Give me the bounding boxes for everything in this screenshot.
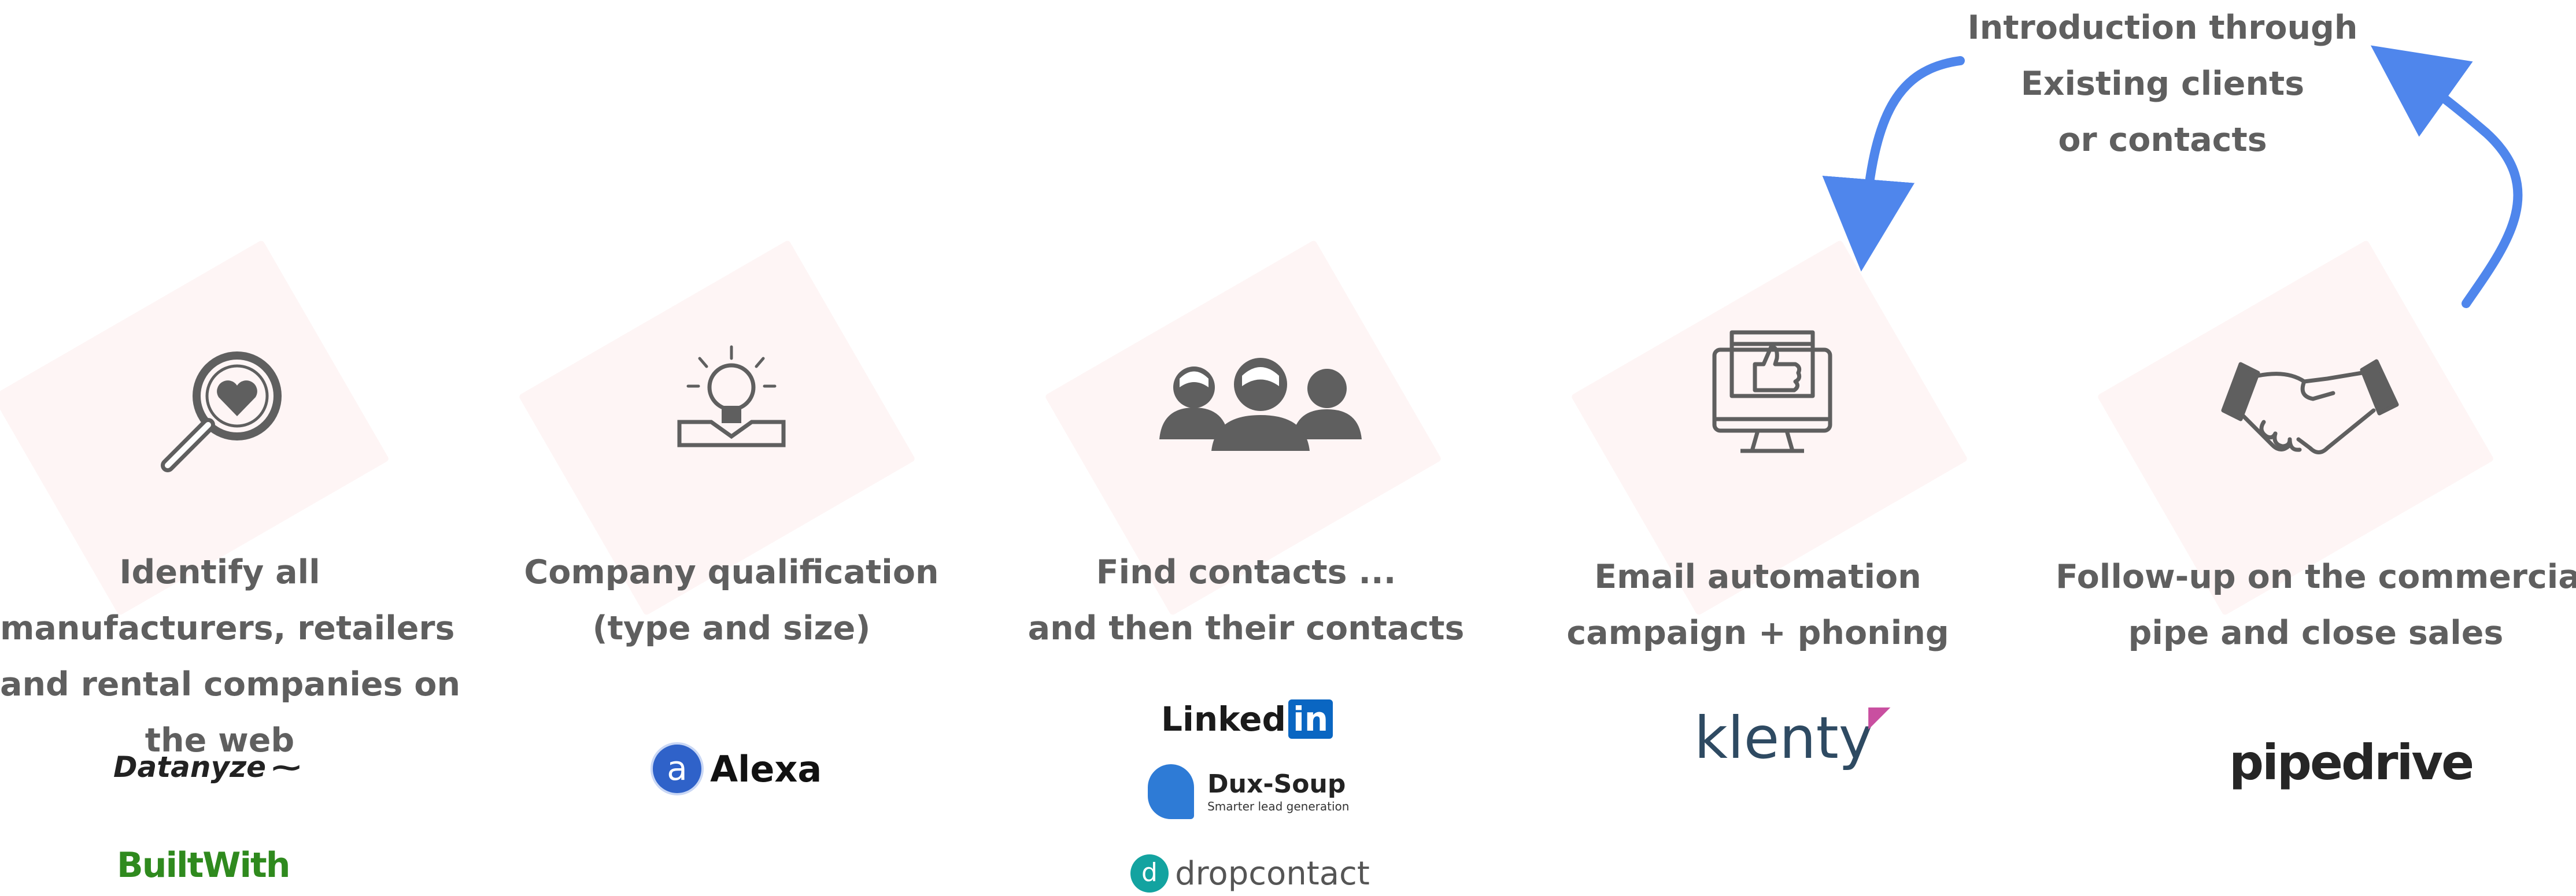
arrow-from-followup-icon [2370,45,2523,308]
arrow-to-email-icon [1822,56,1965,272]
step-caption-followup: Follow-up on the commercial pipe and clo… [2056,558,2576,652]
klenty-logo: klenty◤ [1694,699,1891,772]
trend-icon: ⁓ [272,750,296,784]
duxsoup-logo: Dux-Soup Smarter lead generation [1148,764,1349,819]
alexa-logo: a Alexa [651,742,822,795]
pipedrive-logo: pipedrive [2229,734,2474,791]
klenty-icon: ◤ [1868,699,1891,733]
dropcontact-logo: d dropcontact [1130,854,1370,893]
monitor-thumbs-up-icon [1712,330,1832,453]
linkedin-logo: Linked in [1161,699,1333,739]
lightbulb-icon [677,345,786,447]
datanyze-logo: Datanyze ⁓ [113,750,296,784]
people-group-icon [1159,358,1362,451]
step-caption-email: Email automation campaign + phoning [1566,558,1949,652]
step-caption-contacts: Find contacts ... and then their contact… [1028,553,1465,647]
builtwith-logo: BuiltWith [117,845,290,886]
handshake-icon [2221,359,2399,454]
step-caption-identify: Identify all manufacturers, retailers an… [0,553,461,760]
dropcontact-icon: d [1130,854,1169,893]
step-caption-qualification: Company qualification (type and size) [524,553,939,647]
magnifier-heart-icon [161,351,282,472]
duxsoup-icon [1148,764,1194,819]
alexa-icon: a [651,742,704,795]
